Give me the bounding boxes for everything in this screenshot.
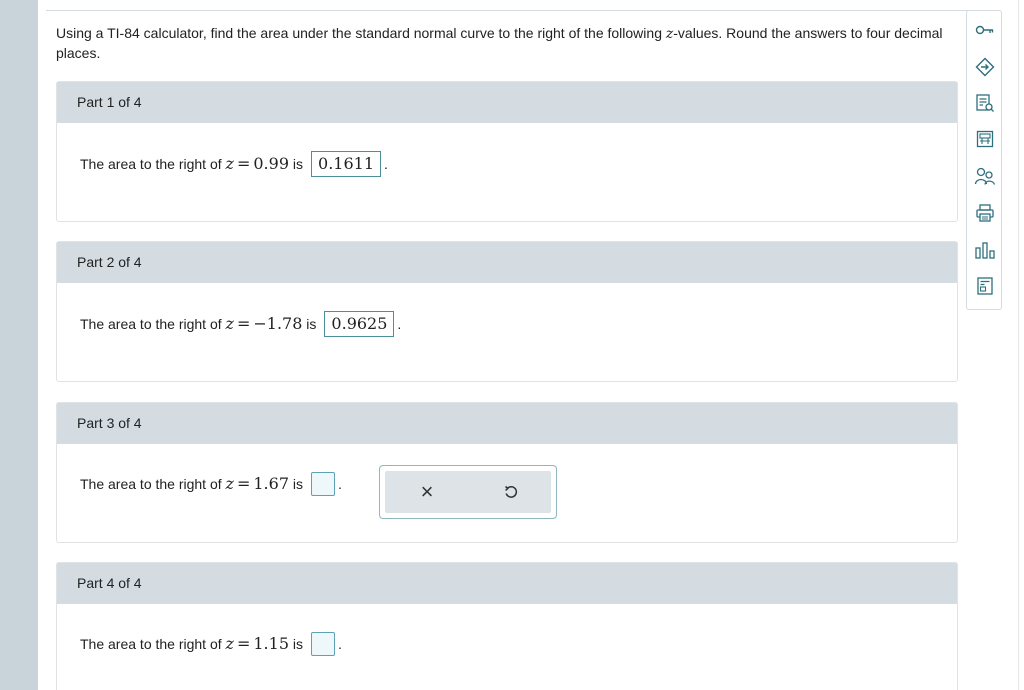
part-1: Part 1 of 4 The area to the right of z = 0… bbox=[56, 81, 958, 222]
undo-icon bbox=[505, 485, 518, 498]
key-icon[interactable] bbox=[974, 19, 996, 41]
answer-field[interactable]: 0.9625 bbox=[324, 311, 395, 337]
print-icon[interactable] bbox=[974, 202, 996, 224]
answer-tools-popup: × bbox=[379, 465, 557, 519]
z-expression: z = −1.78 bbox=[225, 314, 303, 333]
close-icon: × bbox=[420, 479, 434, 504]
period: . bbox=[397, 316, 402, 332]
question-text: The area to the right of bbox=[80, 156, 222, 172]
part-header: Part 2 of 4 bbox=[57, 242, 957, 283]
help-people-icon[interactable] bbox=[974, 165, 996, 187]
instructions: Using a TI-84 calculator, find the area … bbox=[56, 24, 956, 63]
part-2: Part 2 of 4 The area to the right of z = −… bbox=[56, 241, 958, 382]
question-line: The area to the right of z = 0.99 is 0.161… bbox=[80, 151, 388, 177]
question-line: The area to the right of z = 1.67 is . bbox=[80, 472, 342, 496]
is-text: is bbox=[292, 476, 304, 492]
answer-input[interactable] bbox=[311, 472, 336, 496]
z-expression: z = 1.67 bbox=[225, 474, 289, 493]
search-notes-icon[interactable] bbox=[974, 92, 996, 114]
tools-sidebar bbox=[966, 10, 1002, 310]
part-header: Part 3 of 4 bbox=[57, 403, 957, 444]
left-rail bbox=[0, 0, 38, 690]
question-page: Using a TI-84 calculator, find the area … bbox=[38, 0, 1024, 690]
z-expression: z = 0.99 bbox=[225, 154, 289, 173]
period: . bbox=[338, 476, 342, 492]
question-text: The area to the right of bbox=[80, 476, 222, 492]
part-header: Part 1 of 4 bbox=[57, 82, 957, 123]
question-text: The area to the right of bbox=[80, 316, 222, 332]
scroll-edge bbox=[1018, 0, 1024, 690]
answer-input[interactable] bbox=[311, 632, 336, 656]
z-expression: z = 1.15 bbox=[225, 634, 289, 653]
table-icon[interactable] bbox=[974, 275, 996, 297]
clear-button[interactable]: × bbox=[407, 471, 447, 513]
question-line: The area to the right of z = −1.78 is 0.96… bbox=[80, 311, 401, 337]
part-header: Part 4 of 4 bbox=[57, 563, 957, 604]
period: . bbox=[384, 156, 388, 172]
data-chart-icon[interactable] bbox=[974, 239, 996, 261]
divider bbox=[46, 10, 994, 11]
is-text: is bbox=[306, 316, 317, 332]
answer-field[interactable]: 0.1611 bbox=[311, 151, 381, 177]
undo-button[interactable] bbox=[491, 471, 531, 513]
instructions-text-pre: Using a TI-84 calculator, find the area … bbox=[56, 25, 666, 41]
answer-icon[interactable] bbox=[974, 56, 996, 78]
part-4: Part 4 of 4 The area to the right of z = 1… bbox=[56, 562, 958, 690]
question-text: The area to the right of bbox=[80, 636, 222, 652]
question-line: The area to the right of z = 1.15 is . bbox=[80, 632, 342, 656]
period: . bbox=[338, 636, 342, 652]
is-text: is bbox=[292, 156, 304, 172]
is-text: is bbox=[292, 636, 304, 652]
calculator-icon[interactable] bbox=[974, 128, 996, 150]
